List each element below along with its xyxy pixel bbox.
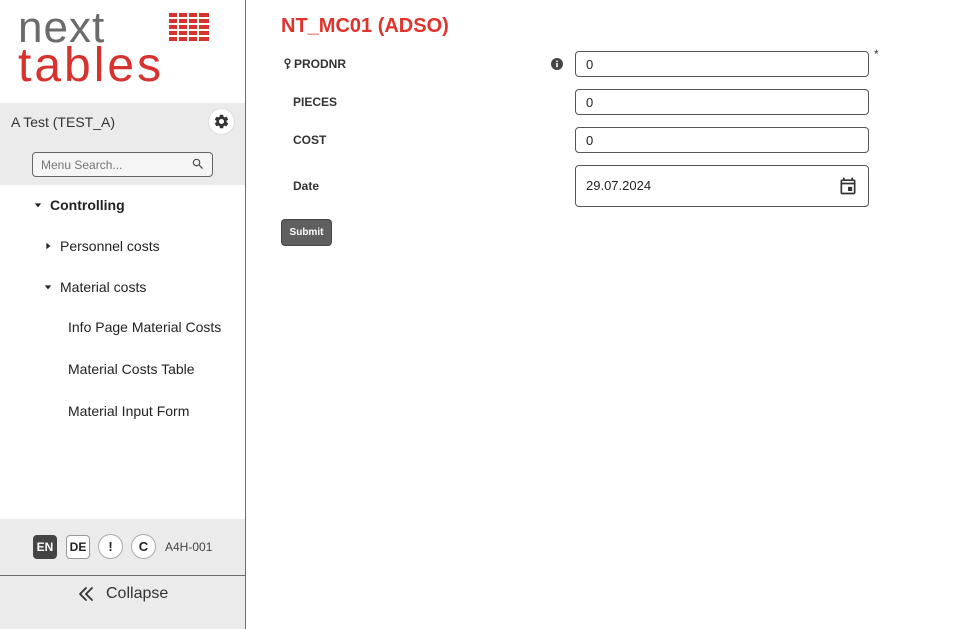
copyright-button[interactable]: C	[131, 534, 156, 559]
user-name: A Test (TEST_A)	[11, 114, 115, 130]
settings-button[interactable]	[208, 108, 235, 135]
nav-item-controlling[interactable]: Controlling	[33, 197, 125, 213]
alert-button[interactable]: !	[98, 534, 123, 559]
nav-item-personnel-costs[interactable]: Personnel costs	[43, 238, 160, 254]
language-en-button[interactable]: EN	[33, 535, 57, 559]
caret-down-icon	[33, 200, 43, 210]
nav-item-input-form[interactable]: Material Input Form	[68, 403, 189, 419]
nav-item-label: Info Page Material Costs	[68, 319, 222, 335]
date-value: 29.07.2024	[586, 178, 652, 193]
cost-input[interactable]	[575, 127, 869, 153]
version-label: A4H-001	[165, 540, 213, 554]
pieces-input[interactable]	[575, 89, 869, 115]
nav-item-material-costs[interactable]: Material costs	[43, 279, 146, 295]
prodnr-label: PRODNR	[283, 57, 346, 71]
double-chevron-left-icon[interactable]	[78, 586, 94, 602]
page-title: NT_MC01 (ADSO)	[281, 15, 449, 37]
nav-item-label: Material Costs Table	[68, 361, 195, 377]
calendar-icon[interactable]	[838, 176, 858, 196]
nav-item-label: Material Input Form	[68, 403, 190, 419]
nav-item-label: Material costs	[60, 279, 147, 295]
cost-label: COST	[293, 133, 327, 147]
menu-search-input[interactable]	[41, 156, 181, 173]
sidebar: next tables A Test (TEST_A) Controlling	[0, 0, 246, 629]
caret-right-icon	[43, 241, 53, 251]
nav-item-label: Personnel costs	[60, 238, 160, 254]
key-icon	[284, 58, 291, 69]
logo-grid-icon	[169, 13, 209, 41]
date-input[interactable]: 29.07.2024	[575, 165, 869, 207]
nav-item-label: Controlling	[50, 197, 125, 213]
prodnr-input[interactable]	[575, 51, 869, 77]
info-icon[interactable]	[551, 58, 563, 70]
menu-search-box[interactable]	[32, 152, 213, 177]
gear-icon	[214, 114, 229, 129]
nav-item-costs-table[interactable]: Material Costs Table	[68, 361, 195, 377]
language-de-button[interactable]: DE	[66, 535, 90, 559]
prodnr-label-text: PRODNR	[294, 57, 347, 71]
collapse-label[interactable]: Collapse	[106, 585, 168, 603]
next-tables-logo[interactable]: next tables	[18, 6, 213, 92]
caret-down-icon	[43, 282, 53, 292]
required-mark: *	[874, 47, 879, 61]
search-icon[interactable]	[191, 157, 205, 171]
logo-text-tables: tables	[18, 39, 165, 92]
date-label: Date	[293, 179, 320, 193]
nav-item-info-page[interactable]: Info Page Material Costs	[68, 319, 221, 335]
submit-button[interactable]: Submit	[281, 219, 332, 246]
pieces-label: PIECES	[293, 95, 338, 109]
